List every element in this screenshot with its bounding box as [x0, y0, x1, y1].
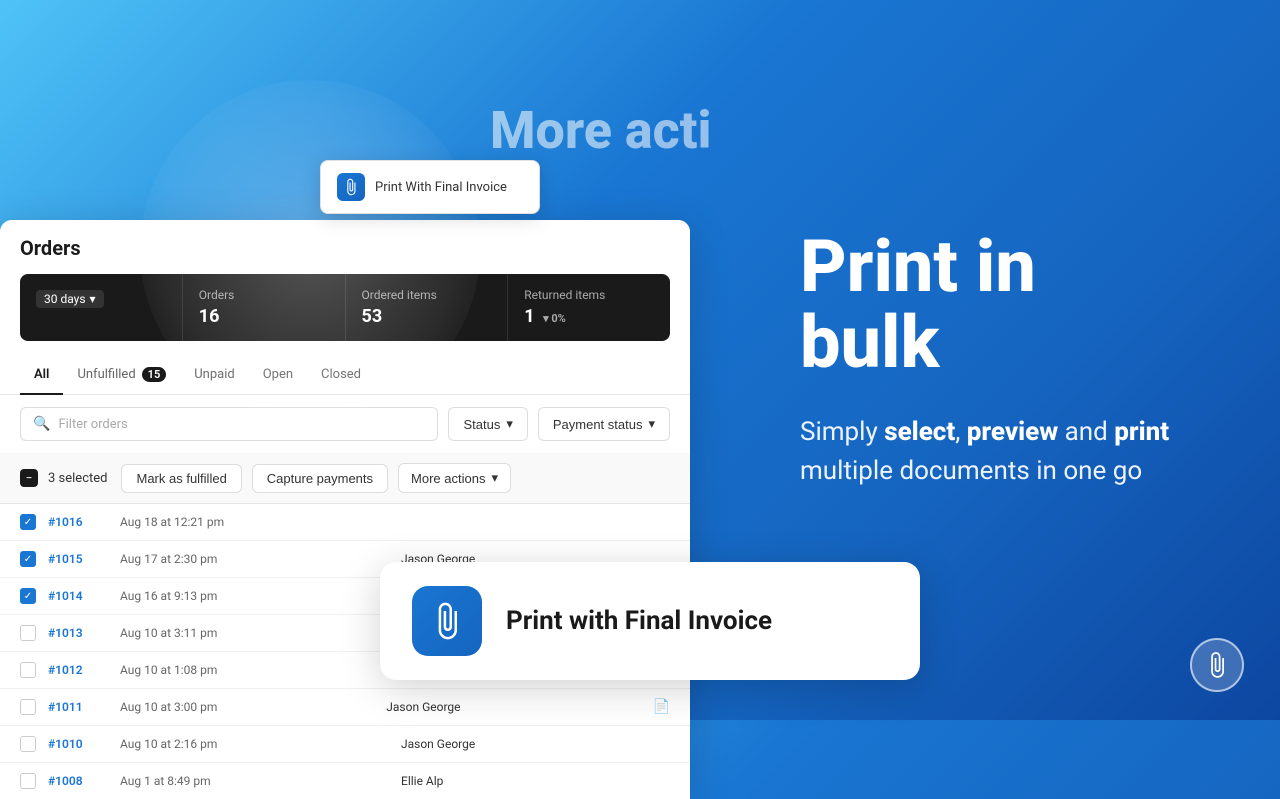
order-date: Aug 18 at 12:21 pm — [120, 515, 670, 529]
payment-status-filter-button[interactable]: Payment status ▾ — [538, 407, 670, 441]
more-actions-overlay-text: More acti — [490, 100, 711, 161]
row-checkbox[interactable] — [20, 514, 36, 530]
card-icon-paperclip — [412, 586, 482, 656]
row-checkbox[interactable] — [20, 625, 36, 641]
search-icon: 🔍 — [33, 416, 50, 432]
chevron-down-icon: ▾ — [648, 416, 655, 432]
brand-logo — [1190, 638, 1244, 692]
filter-row: 🔍 Filter orders Status ▾ Payment status … — [0, 395, 690, 453]
order-id: #1011 — [48, 700, 108, 714]
order-date: Aug 10 at 2:16 pm — [120, 737, 389, 751]
stat-returned-items: Returned items 1 ▾ 0% — [507, 274, 670, 341]
headline: Print in bulk — [800, 229, 1220, 380]
stat-ordered-items: Ordered items 53 — [345, 274, 508, 341]
order-date: Aug 16 at 9:13 pm — [120, 589, 389, 603]
chevron-down-icon: ▾ — [506, 416, 513, 432]
stat-orders: Orders 16 — [182, 274, 345, 341]
more-actions-dropdown: Print With Final Invoice — [320, 160, 540, 214]
selected-count: 3 selected — [48, 471, 107, 486]
bottom-card: Print with Final Invoice — [380, 562, 920, 680]
tab-open[interactable]: Open — [249, 355, 307, 394]
order-id: #1015 — [48, 552, 108, 566]
table-row: #1010 Aug 10 at 2:16 pm Jason George — [0, 726, 690, 763]
row-checkbox[interactable] — [20, 588, 36, 604]
order-date: Aug 1 at 8:49 pm — [120, 774, 389, 788]
order-id: #1010 — [48, 737, 108, 751]
row-checkbox[interactable] — [20, 662, 36, 678]
order-customer: Jason George — [386, 700, 640, 714]
orders-title: Orders — [20, 236, 670, 260]
chevron-down-icon: ▾ — [491, 470, 498, 486]
tab-unpaid[interactable]: Unpaid — [180, 355, 248, 394]
order-id: #1014 — [48, 589, 108, 603]
select-all-checkbox[interactable]: − — [20, 469, 38, 487]
tab-all[interactable]: All — [20, 355, 63, 394]
tab-unfulfilled[interactable]: Unfulfilled 15 — [63, 355, 180, 394]
tabs-row: All Unfulfilled 15 Unpaid Open Closed — [0, 355, 690, 395]
mark-fulfilled-button[interactable]: Mark as fulfilled — [121, 464, 241, 493]
order-id: #1012 — [48, 663, 108, 677]
order-id: #1016 — [48, 515, 108, 529]
print-with-final-invoice-item[interactable]: Print With Final Invoice — [321, 161, 539, 213]
stats-bar: 30 days ▾ Orders 16 Ordered items 53 Ret… — [20, 274, 670, 341]
row-checkbox[interactable] — [20, 773, 36, 789]
search-box[interactable]: 🔍 Filter orders — [20, 407, 438, 441]
order-date: Aug 17 at 2:30 pm — [120, 552, 389, 566]
table-row: #1011 Aug 10 at 3:00 pm Jason George 📄 — [0, 689, 690, 726]
orders-header: Orders 30 days ▾ Orders 16 Ordered items… — [0, 220, 690, 353]
order-customer: Jason George — [401, 737, 670, 751]
capture-payments-button[interactable]: Capture payments — [252, 464, 388, 493]
logo-circle — [1190, 638, 1244, 692]
card-label: Print with Final Invoice — [506, 606, 772, 636]
subtitle: Simply select, preview and print multipl… — [800, 413, 1220, 491]
row-checkbox[interactable] — [20, 551, 36, 567]
order-date: Aug 10 at 3:11 pm — [120, 626, 389, 640]
paperclip-icon — [337, 173, 365, 201]
row-checkbox[interactable] — [20, 736, 36, 752]
status-filter-button[interactable]: Status ▾ — [448, 407, 527, 441]
chevron-down-icon: ▾ — [90, 292, 96, 306]
stat-period: 30 days ▾ — [20, 274, 182, 341]
order-id: #1008 — [48, 774, 108, 788]
tab-closed[interactable]: Closed — [307, 355, 375, 394]
returned-down-icon: ▾ 0% — [543, 312, 566, 325]
table-row: #1008 Aug 1 at 8:49 pm Ellie Alp — [0, 763, 690, 799]
order-customer: Ellie Alp — [401, 774, 670, 788]
more-actions-button[interactable]: More actions ▾ — [398, 463, 511, 493]
action-bar: − 3 selected Mark as fulfilled Capture p… — [0, 453, 690, 504]
order-date: Aug 10 at 3:00 pm — [120, 700, 374, 714]
period-badge[interactable]: 30 days ▾ — [36, 290, 104, 308]
orders-panel: Orders 30 days ▾ Orders 16 Ordered items… — [0, 220, 690, 799]
order-id: #1013 — [48, 626, 108, 640]
document-icon: 📄 — [653, 699, 670, 715]
order-date: Aug 10 at 1:08 pm — [120, 663, 389, 677]
table-row: #1016 Aug 18 at 12:21 pm — [0, 504, 690, 541]
row-checkbox[interactable] — [20, 699, 36, 715]
